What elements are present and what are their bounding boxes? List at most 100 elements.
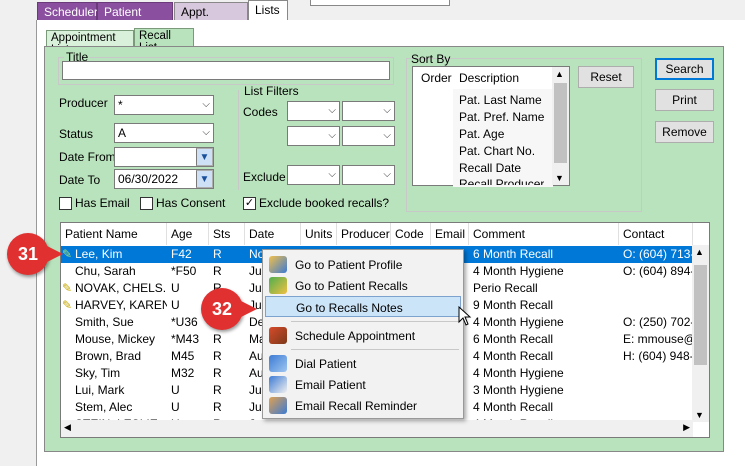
menu-separator [291, 349, 459, 350]
cell-comment: 4 Month Hygiene [473, 366, 564, 380]
remove-button[interactable]: Remove [655, 121, 714, 143]
producer-select[interactable]: * ⌵ [114, 95, 214, 115]
codes-select-1[interactable]: ⌵ [287, 101, 340, 121]
menu-separator [291, 321, 459, 322]
exclude-select-1[interactable]: ⌵ [287, 165, 340, 185]
menu-go-to-patient-profile[interactable]: Go to Patient Profile [265, 254, 461, 275]
email-reminder-icon [269, 397, 287, 414]
col-comment[interactable]: Comment [469, 223, 619, 245]
scroll-left-icon[interactable]: ◀ [64, 422, 71, 433]
col-email[interactable]: Email [431, 223, 469, 245]
codes-select-4[interactable]: ⌵ [342, 126, 395, 146]
title-input[interactable] [62, 61, 390, 80]
date-to-value: 06/30/2022 [118, 172, 179, 186]
scroll-down-icon[interactable]: ▼ [555, 173, 564, 183]
chevron-down-icon: ⌵ [328, 130, 336, 141]
sort-scrollbar[interactable]: ▲ ▼ [552, 67, 569, 185]
tab-recall-list[interactable]: Recall List [134, 28, 194, 54]
print-button[interactable]: Print [655, 89, 714, 111]
sort-col-description: Description [459, 71, 520, 85]
status-select[interactable]: A ⌵ [114, 123, 214, 143]
patient-profile-icon [269, 256, 287, 273]
menu-email-recall-reminder[interactable]: Email Recall Reminder [265, 395, 461, 416]
date-picker-icon[interactable]: ▼ [196, 170, 213, 188]
cell-name: Sky, Tim [75, 366, 121, 380]
has-email-checkbox[interactable] [59, 197, 72, 210]
menu-go-to-recalls-notes[interactable]: Go to Recalls Notes [265, 296, 461, 317]
codes-select-3[interactable]: ⌵ [287, 126, 340, 146]
scroll-thumb[interactable] [694, 265, 707, 365]
patient-recalls-icon [269, 277, 287, 294]
has-email-label: Has Email [75, 196, 130, 210]
scroll-up-icon[interactable]: ▲ [555, 69, 564, 79]
menu-go-to-patient-recalls[interactable]: Go to Patient Recalls [265, 275, 461, 296]
cell-contact: O: (250) 702-1 [623, 315, 693, 329]
col-contact[interactable]: Contact [619, 223, 693, 245]
tab-appointment-list[interactable]: Appointment List [46, 30, 134, 56]
cell-comment: 6 Month Recall [473, 332, 554, 346]
cell-name: Lee, Kim [75, 247, 123, 261]
cell-age: U [171, 281, 180, 295]
col-date[interactable]: Date [245, 223, 301, 245]
menu-label: Go to Recalls Notes [296, 301, 403, 315]
cell-sts: R [213, 349, 222, 363]
cell-name: Lui, Mark [75, 383, 125, 397]
col-sts[interactable]: Sts [209, 223, 245, 245]
cell-contact: O: (604) 713-2 [623, 247, 693, 261]
sort-item[interactable]: Pat. Last Name [459, 93, 542, 110]
date-from-field[interactable]: ▼ [114, 147, 214, 167]
codes-select-2[interactable]: ⌵ [342, 101, 395, 121]
cell-name: Smith, Sue [75, 315, 134, 329]
cell-sts: R [213, 264, 222, 278]
reset-button[interactable]: Reset [578, 66, 634, 88]
sort-item[interactable]: Recall Date [459, 161, 521, 178]
menu-schedule-appointment[interactable]: Schedule Appointment [265, 325, 461, 346]
grid-horizontal-scrollbar[interactable]: ◀ ▶ [61, 420, 693, 437]
col-units[interactable]: Units [301, 223, 337, 245]
sort-item[interactable]: Pat. Chart No. [459, 144, 535, 161]
search-button[interactable]: Search [655, 58, 714, 80]
callout-badge-31: 31 [7, 233, 63, 275]
menu-dial-patient[interactable]: Dial Patient [265, 353, 461, 374]
recall-flag-icon: ✎ [62, 247, 73, 261]
col-producer[interactable]: Producer [337, 223, 391, 245]
tab-lists[interactable]: Lists [248, 0, 288, 21]
sort-item[interactable]: Recall Producer [459, 177, 544, 185]
col-patient-name[interactable]: Patient Name [61, 223, 167, 245]
cell-sts: R [213, 383, 222, 397]
menu-label: Dial Patient [295, 357, 357, 371]
sort-item[interactable]: Pat. Age [459, 127, 504, 144]
tab-appt-search[interactable]: Appt. Search [174, 2, 248, 33]
cell-name: Stem, Alec [75, 400, 133, 414]
col-code[interactable]: Code [391, 223, 431, 245]
scroll-down-icon[interactable]: ▼ [695, 410, 704, 420]
exclude-booked-checkbox[interactable]: ✓ [243, 197, 256, 210]
date-to-field[interactable]: 06/30/2022 ▼ [114, 169, 214, 189]
scroll-thumb[interactable] [554, 83, 567, 163]
callout-badge-32: 32 [201, 288, 257, 330]
menu-label: Email Patient [295, 378, 366, 392]
exclude-label: Exclude [243, 170, 286, 184]
tab-scheduler[interactable]: Scheduler [37, 2, 98, 20]
cell-comment: 4 Month Recall [473, 349, 554, 363]
scroll-right-icon[interactable]: ▶ [683, 422, 690, 433]
tab-patient-profile[interactable]: Patient Profile [97, 2, 173, 33]
grid-vertical-scrollbar[interactable]: ▲ ▼ [692, 245, 709, 422]
cell-comment: 9 Month Recall [473, 298, 554, 312]
cell-name: HARVEY, KAREN [75, 298, 167, 312]
sort-by-list[interactable]: Order Description Pat. Last Name Pat. Pr… [412, 66, 570, 187]
context-menu: Go to Patient Profile Go to Patient Reca… [262, 249, 464, 419]
has-consent-checkbox[interactable] [140, 197, 153, 210]
date-picker-icon[interactable]: ▼ [196, 148, 213, 166]
scroll-up-icon[interactable]: ▲ [695, 247, 704, 257]
menu-email-patient[interactable]: Email Patient [265, 374, 461, 395]
cell-comment: Perio Recall [473, 281, 538, 295]
exclude-select-2[interactable]: ⌵ [342, 165, 395, 185]
cell-age: *M43 [171, 332, 200, 346]
status-label: Status [59, 127, 94, 141]
chevron-down-icon: ⌵ [202, 127, 210, 138]
menu-label: Go to Patient Recalls [295, 279, 408, 293]
sort-item[interactable]: Pat. Pref. Name [459, 110, 544, 127]
col-age[interactable]: Age [167, 223, 209, 245]
recall-flag-icon: ✎ [62, 298, 73, 312]
